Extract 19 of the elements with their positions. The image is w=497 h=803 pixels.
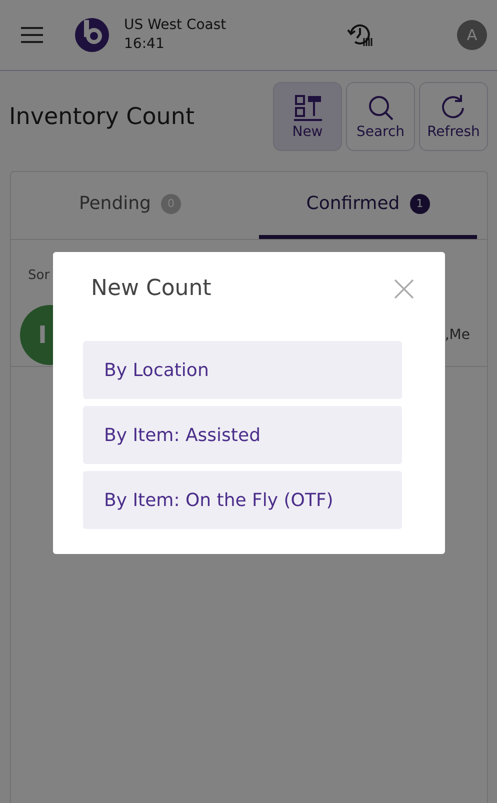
close-icon xyxy=(393,278,415,300)
dialog-title: New Count xyxy=(91,276,212,301)
option-button[interactable]: By Location xyxy=(83,341,402,399)
user-avatar[interactable]: A xyxy=(457,20,487,50)
option-button[interactable]: By Item: Assisted xyxy=(83,406,402,464)
search-button[interactable]: Search xyxy=(346,82,415,151)
menu-icon xyxy=(20,26,44,44)
new-button[interactable]: New xyxy=(273,82,342,151)
sort-label: Sor xyxy=(27,267,51,283)
menu-button[interactable] xyxy=(20,26,44,44)
logo-icon xyxy=(74,17,110,53)
tab[interactable]: Confirmed 1 xyxy=(259,172,477,239)
clock-time: 16:41 xyxy=(124,35,166,54)
row-text: ,Me xyxy=(444,326,470,342)
page-title: Inventory Count xyxy=(9,104,194,130)
refresh-button[interactable]: Refresh xyxy=(419,82,488,151)
location-name: US West Coast xyxy=(124,16,226,35)
layout-icon xyxy=(292,94,322,122)
option-button[interactable]: By Item: On the Fly (OTF) xyxy=(83,471,402,529)
